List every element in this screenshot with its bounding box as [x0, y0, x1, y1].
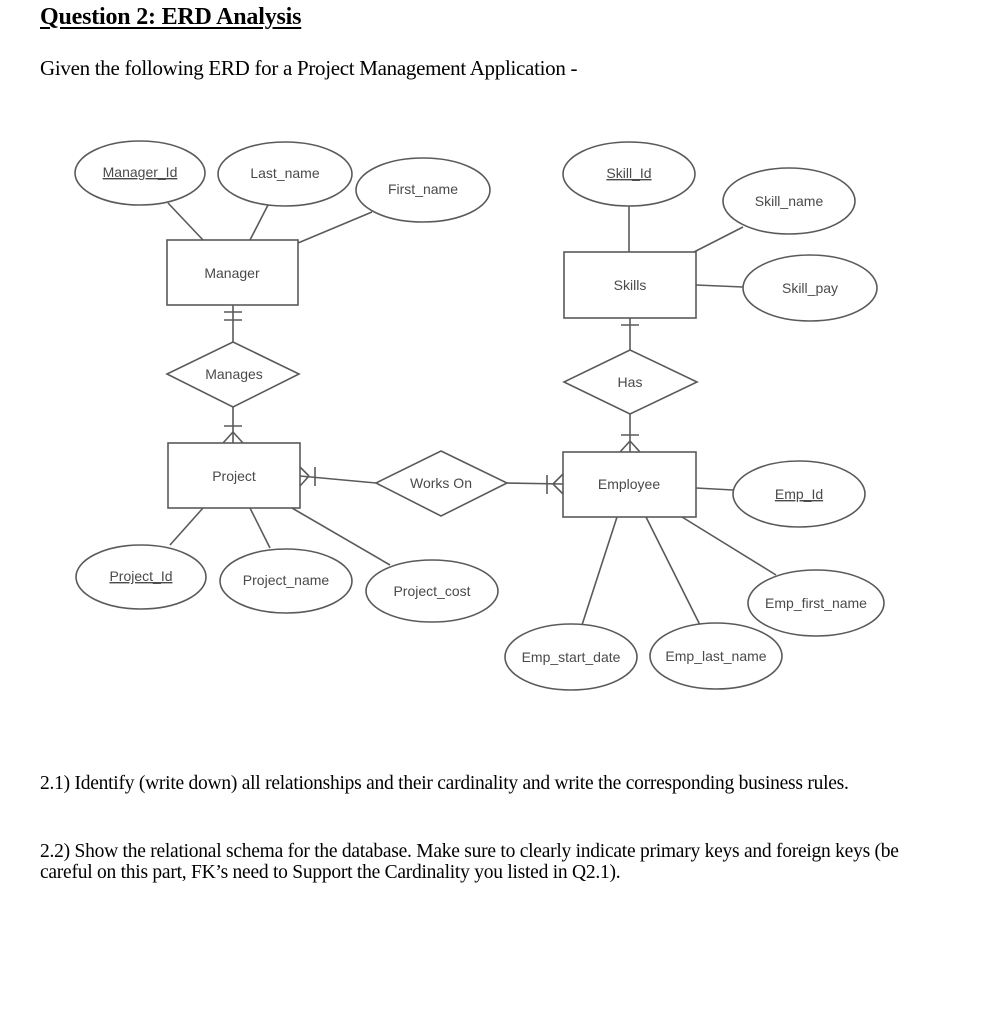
- connector-skill-pay: [695, 284, 744, 288]
- connector-emp-first-name: [681, 516, 777, 576]
- attribute-emp-id: Emp_Id: [732, 460, 866, 528]
- attribute-project-cost: Project_cost: [365, 559, 499, 623]
- connector-first-name: [297, 211, 373, 244]
- relationship-manages-label: Manages: [205, 366, 263, 382]
- attribute-emp-start-date: Emp_start_date: [504, 623, 638, 691]
- attribute-emp-last-name: Emp_last_name: [649, 622, 783, 690]
- entity-project-label: Project: [212, 468, 256, 484]
- attribute-skill-pay-label: Skill_pay: [782, 280, 838, 296]
- entity-skills: Skills: [563, 251, 697, 319]
- attribute-skill-name-label: Skill_name: [755, 193, 824, 209]
- entity-project: Project: [167, 442, 301, 509]
- attribute-last-name: Last_name: [217, 141, 353, 207]
- entity-employee: Employee: [562, 451, 697, 518]
- connector-emp-id: [695, 487, 734, 491]
- attribute-project-name-label: Project_name: [243, 572, 330, 588]
- attribute-first-name: First_name: [355, 157, 491, 223]
- connector-project-id: [169, 507, 204, 546]
- connector-last-name: [249, 204, 269, 241]
- attribute-emp-first-name: Emp_first_name: [747, 569, 885, 637]
- attribute-emp-start-date-label: Emp_start_date: [522, 649, 621, 665]
- connector-emp-start-date: [581, 516, 618, 626]
- connector-emp-last-name: [645, 516, 701, 626]
- attribute-skill-name: Skill_name: [722, 167, 856, 235]
- attribute-project-id-label: Project_Id: [109, 568, 172, 584]
- connector-project-workson: [299, 475, 377, 484]
- relationship-has-label: Has: [618, 374, 643, 390]
- entity-employee-label: Employee: [598, 476, 660, 492]
- attribute-last-name-label: Last_name: [250, 165, 319, 181]
- attribute-first-name-label: First_name: [388, 181, 458, 197]
- relationship-has: Has: [562, 349, 699, 415]
- attribute-manager-id-label: Manager_Id: [103, 164, 178, 180]
- attribute-skill-id-label: Skill_Id: [606, 165, 651, 181]
- erd-diagram: Manager Project Skills Employee Manages …: [74, 140, 885, 691]
- relationship-manages: Manages: [165, 341, 301, 408]
- question-2-1: 2.1) Identify (write down) all relations…: [40, 773, 849, 794]
- entity-skills-label: Skills: [614, 277, 647, 293]
- attribute-skill-pay: Skill_pay: [742, 254, 878, 322]
- attribute-emp-first-name-label: Emp_first_name: [765, 595, 867, 611]
- attribute-emp-last-name-label: Emp_last_name: [665, 648, 766, 664]
- attribute-emp-id-label: Emp_Id: [775, 486, 823, 502]
- entity-manager: Manager: [166, 239, 299, 306]
- entity-manager-label: Manager: [204, 265, 260, 281]
- connector-project-name: [249, 507, 271, 549]
- attribute-skill-id: Skill_Id: [562, 141, 696, 207]
- attribute-project-id: Project_Id: [75, 544, 207, 610]
- question-2-2: 2.2) Show the relational schema for the …: [40, 841, 899, 883]
- relationship-works-on-label: Works On: [410, 475, 472, 491]
- attribute-manager-id: Manager_Id: [74, 140, 206, 206]
- connector-skill-name: [693, 226, 744, 253]
- attribute-project-cost-label: Project_cost: [393, 583, 470, 599]
- relationship-works-on: Works On: [374, 450, 509, 517]
- connector-manager-id: [167, 202, 204, 241]
- attribute-project-name: Project_name: [219, 548, 353, 614]
